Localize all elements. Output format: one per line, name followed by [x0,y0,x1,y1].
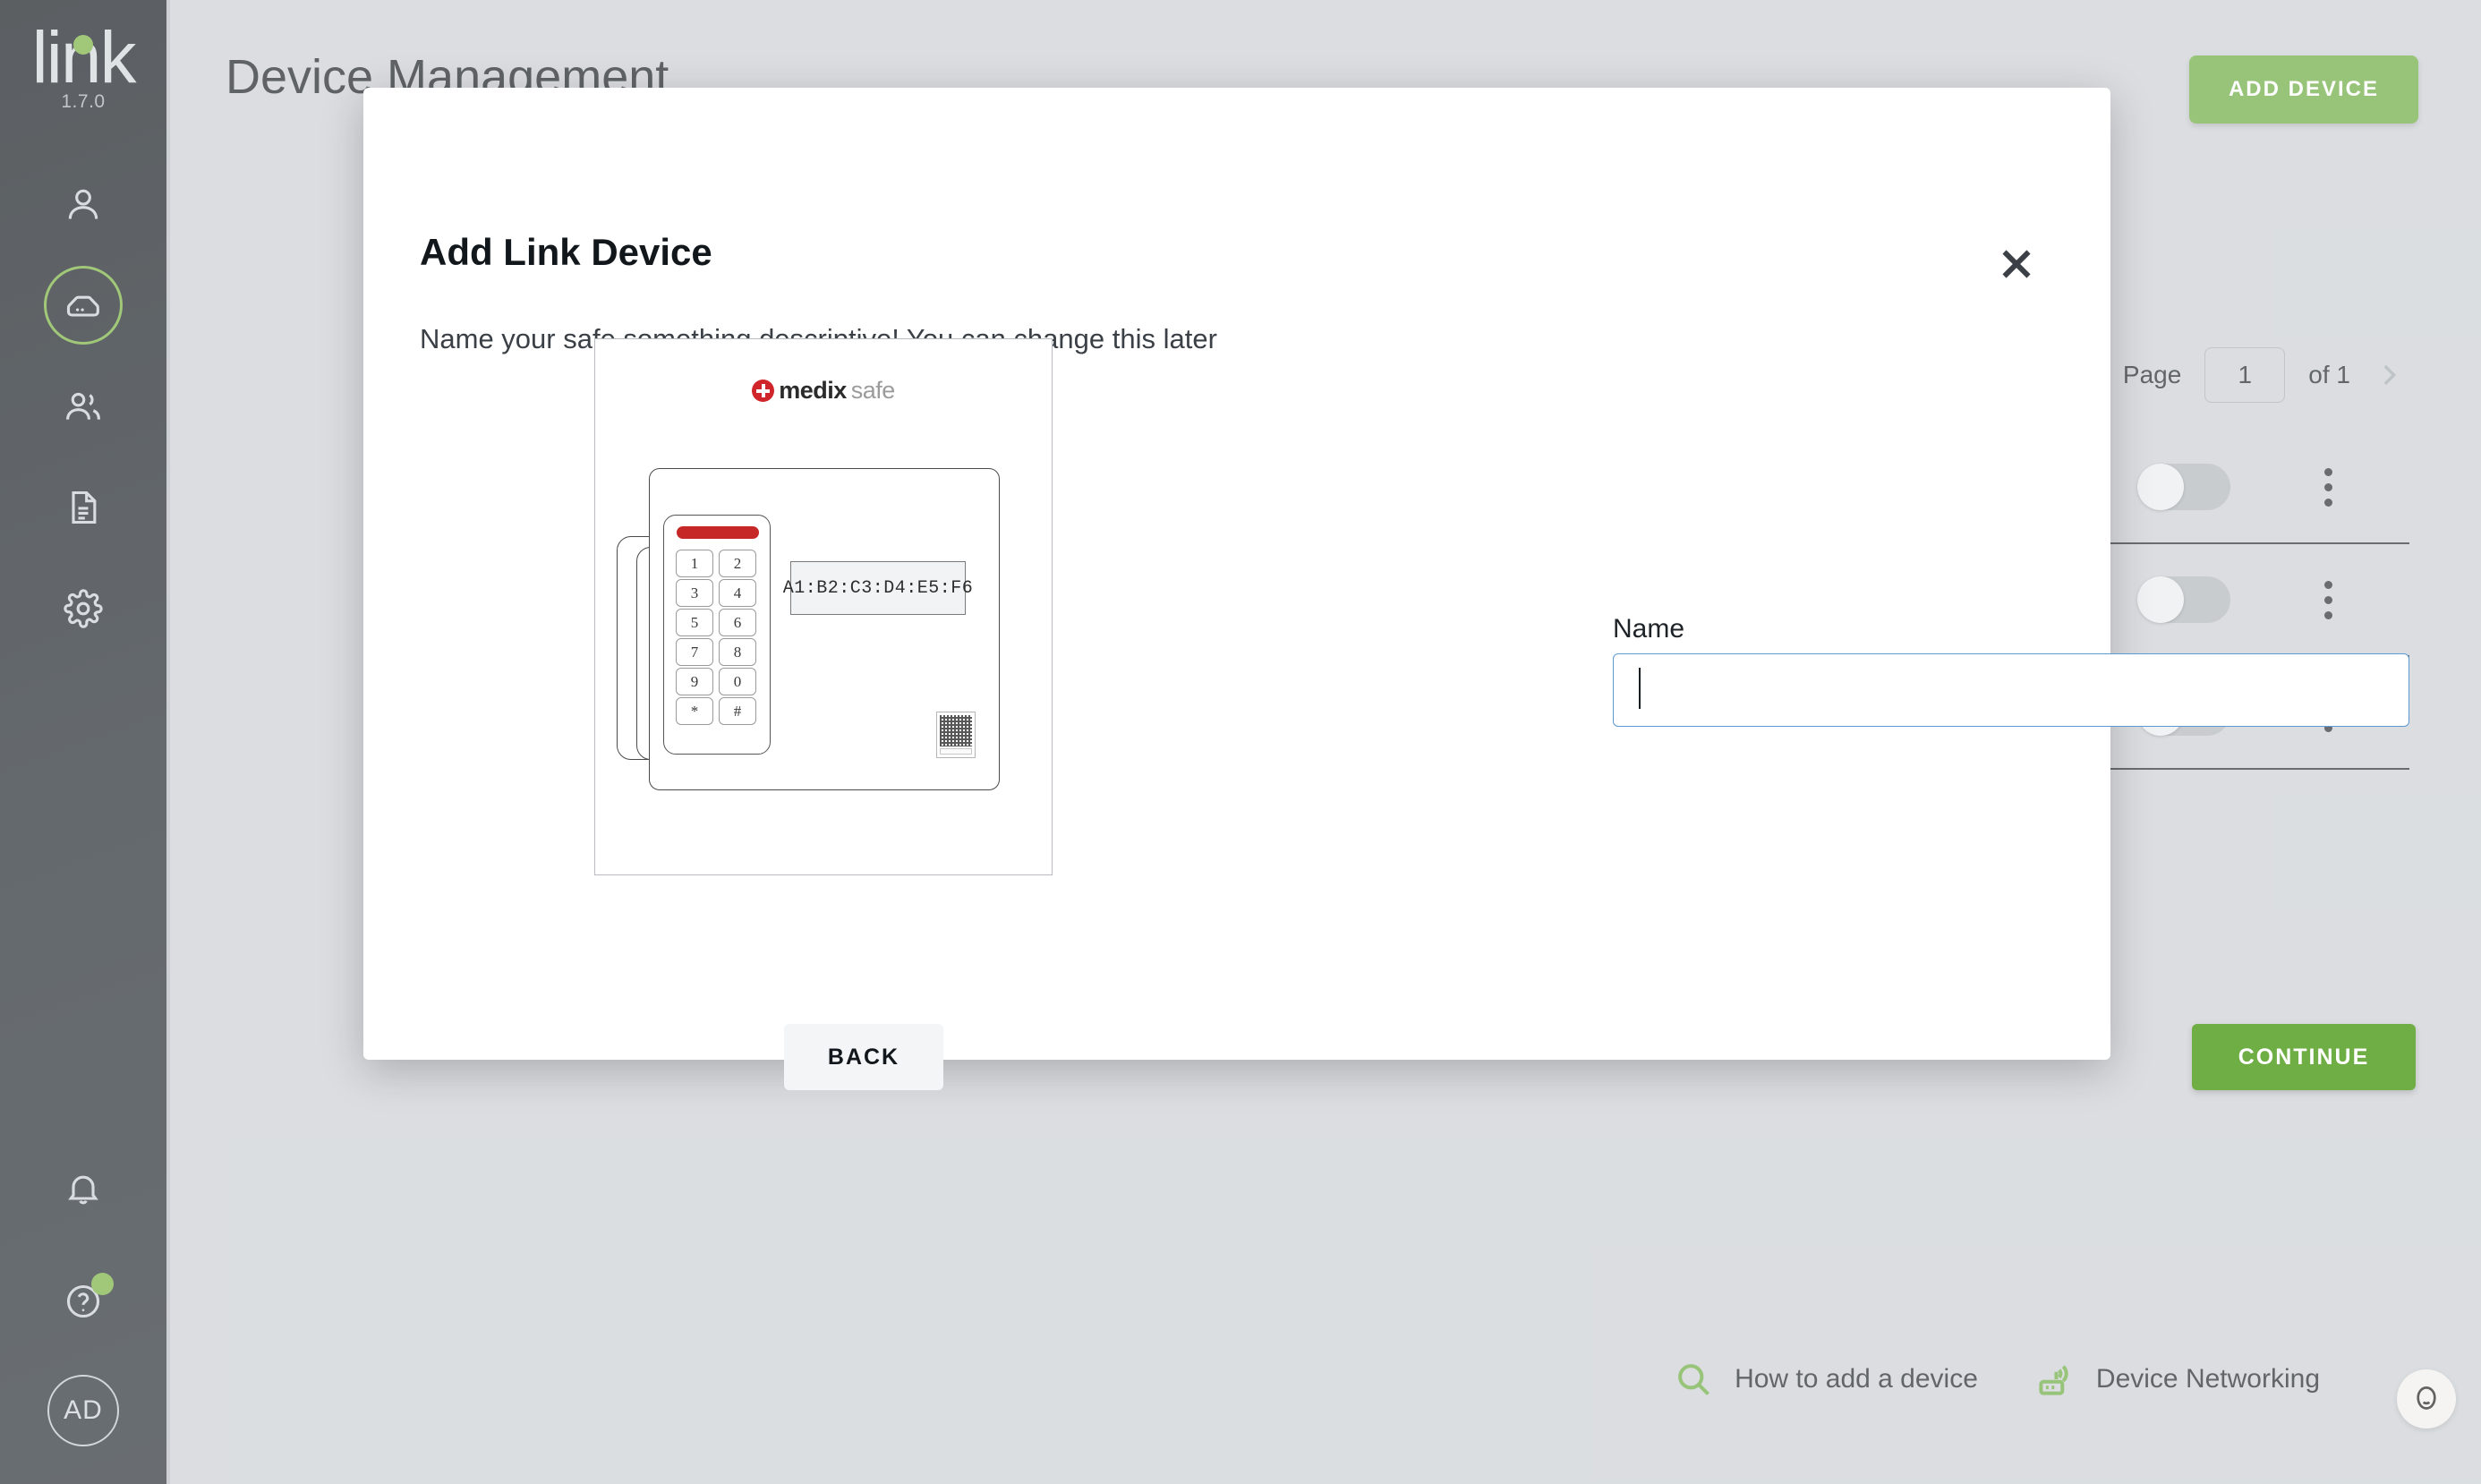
keypad-key: 8 [719,638,756,666]
add-link-device-dialog: Add Link Device Name your safe something… [363,88,2416,1090]
close-icon [2002,250,2031,278]
keypad-key: 5 [676,609,713,636]
dialog-title: Add Link Device [420,231,712,273]
name-input[interactable] [1613,653,2409,727]
keypad-key: # [719,697,756,725]
mac-address-label: A1:B2:C3:D4:E5:F6 [783,561,973,615]
keypad-key: 9 [676,668,713,695]
back-button[interactable]: BACK [784,1024,943,1090]
keypad-key: * [676,697,713,725]
app-root: link 1.7.0 AD Device Management ADD DEVI… [0,0,2481,1484]
keypad-key: 0 [719,668,756,695]
close-button[interactable] [1992,240,2041,288]
qr-code-caption [940,748,972,755]
keypad-key: 1 [676,550,713,577]
keypad-key: 4 [719,579,756,607]
device-illustration: medix safe 1 2 3 4 5 6 7 8 9 0 * # A1:B2… [594,338,1053,875]
name-field-label: Name [1613,614,1685,644]
text-cursor [1639,668,1641,709]
qr-code-sticker [936,712,976,758]
keypad-key: 2 [719,550,756,577]
led-indicator-icon [677,526,759,539]
keypad-key: 6 [719,609,756,636]
medical-cross-icon [752,380,775,402]
qr-code-icon [940,715,972,747]
brand-secondary-label: safe [850,377,896,404]
keypad-keys: 1 2 3 4 5 6 7 8 9 0 * # [676,550,756,725]
brand-primary-label: medix [779,377,847,404]
keypad-key: 3 [676,579,713,607]
keypad-key: 7 [676,638,713,666]
continue-button[interactable]: CONTINUE [2192,1024,2416,1090]
safe-keypad: 1 2 3 4 5 6 7 8 9 0 * # [663,515,771,755]
medixsafe-logo: medix safe [595,377,1052,405]
